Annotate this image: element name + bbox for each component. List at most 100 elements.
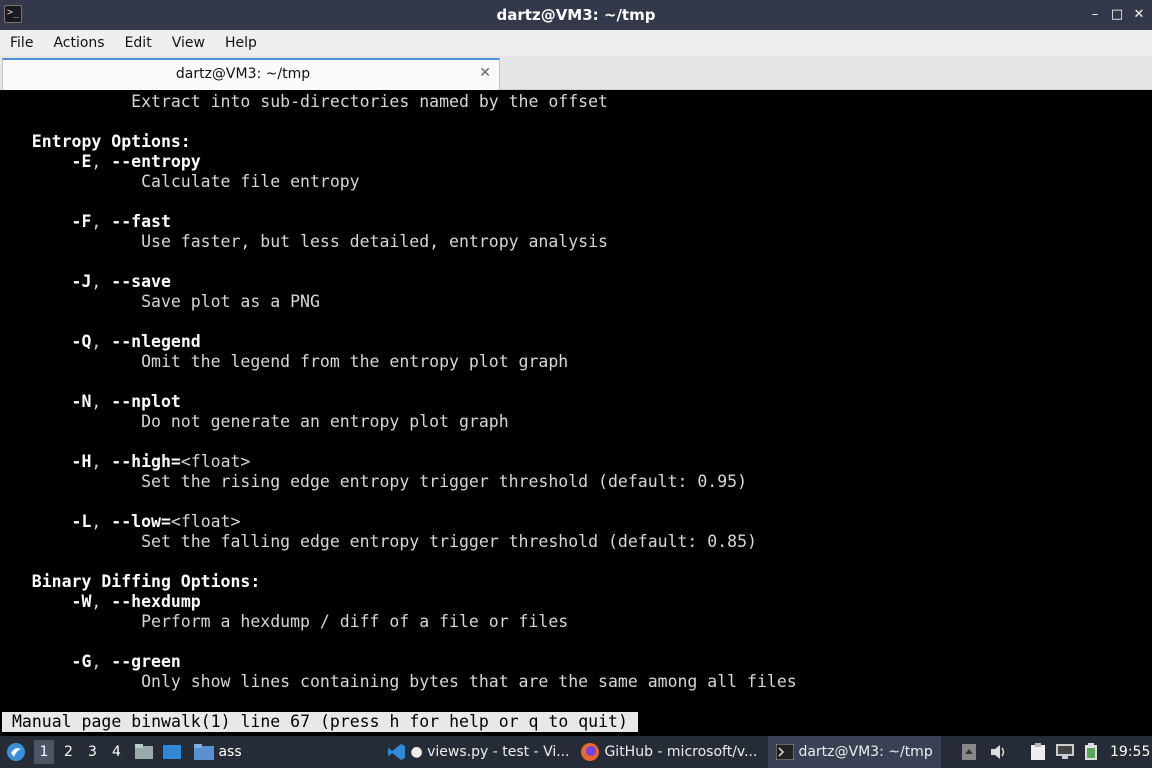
workspace-2[interactable]: 2 [64, 736, 73, 768]
taskbar: 1 2 3 4 ass ● views.py - test - Vi... Gi… [0, 736, 1152, 768]
terminal-line: -N, --nplot [2, 392, 181, 412]
terminal-output[interactable]: Extract into sub-directories named by th… [2, 91, 1150, 735]
task-vscode-label: ● views.py - test - Vi... [410, 744, 570, 760]
terminal-bold-text: -L [2, 512, 92, 531]
tab-label: dartz@VM3: ~/tmp [175, 66, 311, 82]
terminal-line: -J, --save [2, 272, 171, 292]
terminal-text: Save plot as a PNG [2, 292, 320, 311]
terminal-text: , [91, 452, 112, 471]
terminal-text: , [91, 592, 112, 611]
terminal-bold-text: -H [2, 452, 92, 471]
firefox-icon [581, 743, 599, 761]
tab-terminal[interactable]: dartz@VM3: ~/tmp ✕ [2, 58, 500, 90]
terminal-option-arg: <float> [180, 452, 251, 471]
terminal-text: Perform a hexdump / diff of a file or fi… [2, 612, 569, 631]
terminal-app-icon[interactable]: >_ [4, 5, 22, 23]
menu-edit[interactable]: Edit [115, 30, 162, 56]
terminal-text: , [91, 392, 112, 411]
terminal-bold-text: -J [2, 272, 92, 291]
desktop-icon[interactable] [162, 736, 184, 768]
task-terminal-label: dartz@VM3: ~/tmp [798, 744, 933, 760]
terminal-line: Binary Diffing Options: [2, 572, 260, 592]
terminal-option-name: --low= [111, 512, 171, 531]
terminal-text: , [91, 512, 112, 531]
workspace-3[interactable]: 3 [88, 736, 97, 768]
file-manager-icon[interactable] [134, 736, 154, 768]
tray-up-arrow-icon[interactable] [962, 736, 980, 768]
terminal-bold-text: -G [2, 652, 92, 671]
terminal-option-name: --high= [111, 452, 181, 471]
menu-view[interactable]: View [162, 30, 215, 56]
maximize-button[interactable]: □ [1108, 6, 1126, 24]
terminal-option-arg: <float> [170, 512, 241, 531]
terminal-text: Do not generate an entropy plot graph [2, 412, 509, 431]
terminal-line: Extract into sub-directories named by th… [2, 92, 608, 112]
close-button[interactable]: ✕ [1130, 6, 1148, 24]
terminal-text: Extract into sub-directories named by th… [2, 92, 608, 111]
terminal-line: Perform a hexdump / diff of a file or fi… [2, 612, 568, 632]
terminal-line: Save plot as a PNG [2, 292, 320, 312]
terminal-bold-text: Binary Diffing Options: [2, 572, 261, 591]
window-title: dartz@VM3: ~/tmp [496, 6, 656, 24]
menu-file[interactable]: File [0, 30, 43, 56]
terminal-bold-text: -N [2, 392, 92, 411]
terminal-option-name: --nlegend [111, 332, 201, 351]
terminal-option-name: --entropy [111, 152, 201, 171]
terminal-text: Set the falling edge entropy trigger thr… [2, 532, 757, 551]
terminal-scrollbar[interactable] [1146, 91, 1150, 735]
tabbar: dartz@VM3: ~/tmp ✕ [0, 56, 1152, 90]
terminal-bold-text: -Q [2, 332, 92, 351]
taskbar-folder-label: ass [218, 744, 242, 760]
workspace-4[interactable]: 4 [112, 736, 121, 768]
terminal-line: Omit the legend from the entropy plot gr… [2, 352, 568, 372]
terminal-bold-text: Entropy Options: [2, 132, 191, 151]
terminal-line: Set the falling edge entropy trigger thr… [2, 532, 757, 552]
menu-actions[interactable]: Actions [43, 30, 114, 56]
tab-close-icon[interactable]: ✕ [479, 65, 491, 81]
clock[interactable]: 19:55 [1110, 736, 1150, 768]
terminal-bold-text: -E [2, 152, 92, 171]
clipboard-icon[interactable] [1030, 736, 1048, 768]
terminal-option-name: --save [111, 272, 171, 291]
taskbar-folder[interactable]: ass [194, 736, 242, 768]
power-manager-icon[interactable] [1084, 736, 1102, 768]
terminal-text: , [91, 332, 112, 351]
man-status-line: Manual page binwalk(1) line 67 (press h … [2, 712, 638, 732]
terminal-text: , [91, 152, 112, 171]
terminal-icon [775, 743, 795, 761]
workspace-1[interactable]: 1 [34, 740, 54, 764]
window-titlebar: >_ dartz@VM3: ~/tmp – □ ✕ [0, 0, 1152, 30]
task-firefox[interactable]: GitHub - microsoft/v... [580, 736, 757, 768]
menubar: File Actions Edit View Help [0, 30, 1152, 56]
terminal-line: -F, --fast [2, 212, 171, 232]
terminal-line: -G, --green [2, 652, 181, 672]
terminal-text: , [91, 272, 112, 291]
terminal-line: -W, --hexdump [2, 592, 201, 612]
terminal-line: Entropy Options: [2, 132, 191, 152]
task-terminal[interactable]: dartz@VM3: ~/tmp [768, 736, 941, 768]
volume-icon[interactable] [990, 736, 1010, 768]
terminal-line: -L, --low=<float> [2, 512, 241, 532]
terminal-text: Only show lines containing bytes that ar… [2, 672, 797, 691]
terminal-text: Omit the legend from the entropy plot gr… [2, 352, 569, 371]
terminal-line: Set the rising edge entropy trigger thre… [2, 472, 747, 492]
vscode-icon [388, 744, 405, 760]
terminal-text: Use faster, but less detailed, entropy a… [2, 232, 608, 251]
menu-help[interactable]: Help [215, 30, 267, 56]
terminal-line: -Q, --nlegend [2, 332, 201, 352]
terminal-option-name: --green [111, 652, 181, 671]
terminal-text: , [91, 212, 112, 231]
network-icon[interactable] [1056, 736, 1076, 768]
task-vscode[interactable]: ● views.py - test - Vi... [388, 736, 570, 768]
terminal-line: -H, --high=<float> [2, 452, 251, 472]
terminal-text: , [91, 652, 112, 671]
terminal-bold-text: -W [2, 592, 92, 611]
start-menu-icon[interactable] [6, 736, 28, 768]
terminal-text: Set the rising edge entropy trigger thre… [2, 472, 748, 491]
terminal-option-name: --nplot [111, 392, 181, 411]
minimize-button[interactable]: – [1086, 6, 1104, 24]
terminal-option-name: --hexdump [111, 592, 201, 611]
terminal-line: Use faster, but less detailed, entropy a… [2, 232, 608, 252]
terminal-bold-text: -F [2, 212, 92, 231]
task-firefox-label: GitHub - microsoft/v... [604, 744, 758, 760]
